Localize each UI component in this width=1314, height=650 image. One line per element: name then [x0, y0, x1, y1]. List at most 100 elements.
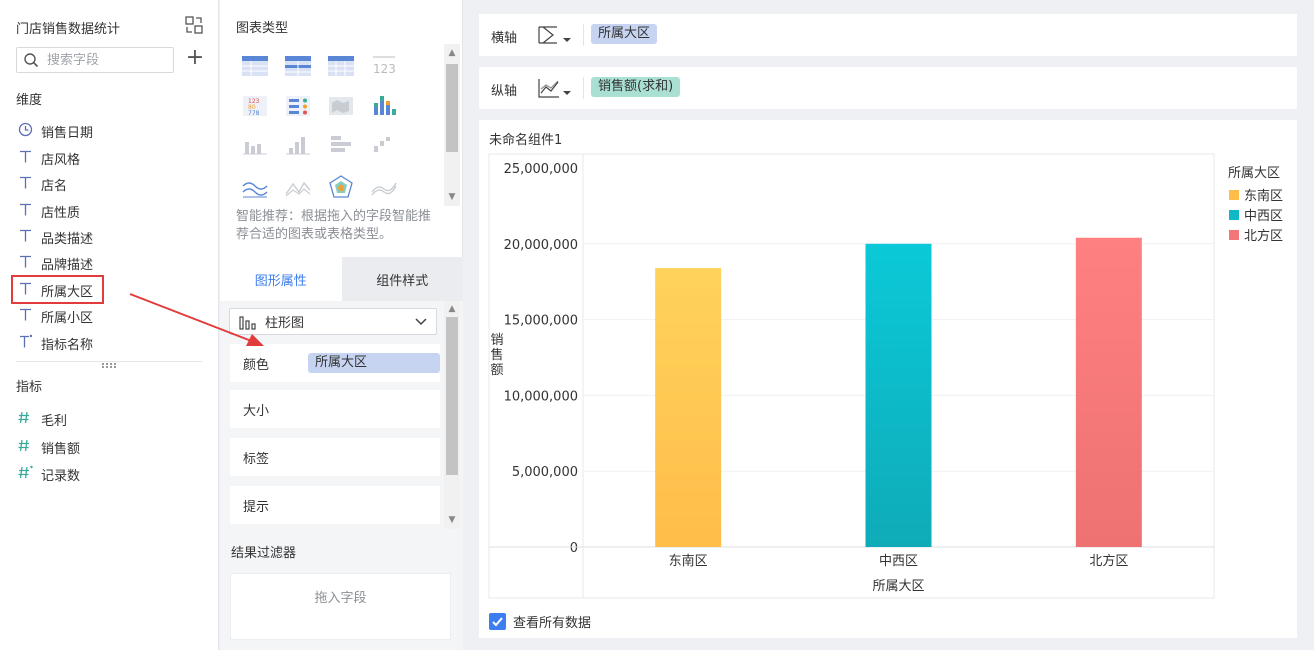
section-divider	[16, 361, 202, 362]
label-label: 标签	[243, 451, 270, 467]
measure-field[interactable]: 销售额	[16, 436, 80, 458]
y-tick-label: 10,000,000	[504, 389, 578, 404]
tooltip-label: 提示	[243, 499, 270, 515]
text-type-icon	[16, 149, 34, 168]
y-axis-title: 额	[490, 363, 503, 378]
chart-workspace: 横轴 所属大区 纵轴 销售额(求和) 25,000,000 20,000,000 1…	[464, 0, 1314, 650]
text-type-icon	[16, 175, 34, 194]
grouped-table-icon[interactable]	[283, 53, 313, 79]
dimension-field[interactable]: 品牌描述	[16, 252, 93, 274]
label-property[interactable]: 标签	[230, 438, 440, 476]
legend-item[interactable]: 北方区	[1244, 228, 1283, 244]
size-property[interactable]: 大小	[230, 390, 440, 428]
search-input[interactable]	[47, 51, 167, 69]
radar-chart-icon[interactable]	[326, 174, 356, 200]
map-icon[interactable]	[326, 93, 356, 119]
measure-field-label: 毛利	[41, 413, 68, 429]
text-type-icon	[16, 202, 34, 221]
switch-dataset-icon[interactable]	[184, 15, 204, 35]
dimension-field-label: 品类描述	[41, 231, 94, 247]
range-line-icon[interactable]	[369, 174, 399, 200]
bar[interactable]	[865, 243, 932, 548]
dimension-field-label: 所属小区	[41, 310, 94, 326]
indicator-table-icon[interactable]	[283, 93, 313, 119]
x-tick-label: 北方区	[1089, 553, 1128, 569]
highlight-box	[11, 275, 104, 304]
legend-swatch	[1229, 210, 1239, 220]
dimension-field[interactable]: 所属小区	[16, 305, 93, 327]
dimension-field[interactable]: 店风格	[16, 147, 80, 169]
text-type-icon	[16, 254, 34, 273]
axis-separator	[583, 24, 584, 46]
property-scrollbar[interactable]: ▲ ▼	[444, 301, 460, 529]
x-axis-row: 横轴 所属大区	[479, 14, 1297, 56]
y-tick-label: 20,000,000	[504, 238, 578, 253]
scroll-up-icon[interactable]: ▲	[444, 46, 460, 60]
color-property[interactable]: 颜色 所属大区	[230, 344, 440, 382]
y-axis-title: 售	[490, 347, 503, 363]
dataset-title: 门店销售数据统计	[16, 22, 121, 37]
legend-swatch	[1229, 230, 1239, 240]
scroll-down-icon[interactable]: ▼	[444, 513, 460, 527]
line-chart-icon[interactable]	[240, 174, 270, 200]
add-field-button[interactable]: +	[184, 47, 206, 70]
bar[interactable]	[1075, 237, 1142, 547]
search-icon	[24, 53, 39, 68]
chart-type-select[interactable]: 柱形图	[229, 308, 437, 335]
kpi-card-icon[interactable]: 12380778	[240, 93, 270, 119]
scroll-down-icon[interactable]: ▼	[444, 190, 460, 204]
y-axis-title: 销	[490, 333, 503, 348]
chart-title: 未命名组件1	[489, 133, 563, 148]
column-chart-icon	[239, 315, 256, 330]
tab-graphic-properties[interactable]: 图形属性	[220, 257, 342, 301]
legend-swatch	[1229, 190, 1239, 200]
color-field-pill[interactable]: 所属大区	[308, 353, 440, 373]
axis-separator	[583, 77, 584, 99]
dimension-field[interactable]: 店性质	[16, 200, 80, 222]
tab-component-style[interactable]: 组件样式	[341, 257, 463, 301]
legend-item[interactable]: 中西区	[1244, 209, 1283, 224]
filter-drop-zone[interactable]: 拖入字段	[230, 573, 451, 640]
x-axis-field-pill[interactable]: 所属大区	[591, 24, 658, 44]
tooltip-property[interactable]: 提示	[230, 486, 440, 524]
scroll-thumb[interactable]	[446, 64, 458, 152]
field-panel: 门店销售数据统计 + 维度 销售日期店风格店名店性质品类描述品牌描述所属大区所属…	[0, 0, 219, 650]
resize-grip-icon[interactable]	[100, 363, 120, 369]
dimension-field[interactable]: 指标名称	[16, 332, 93, 354]
checkbox-checked-icon[interactable]	[489, 613, 506, 630]
view-all-data-label: 查看所有数据	[513, 616, 592, 631]
chart-type-scrollbar[interactable]: ▲ ▼	[444, 44, 460, 206]
property-tabs: 图形属性 组件样式	[220, 257, 463, 301]
chart-config-panel: 图表类型 123 123 80 778 ▲ ▼ 智能推荐：根据拖入的字段智能推荐合适…	[220, 0, 463, 650]
dimension-field-label: 品牌描述	[41, 257, 94, 273]
search-box	[16, 47, 174, 73]
scroll-thumb[interactable]	[446, 317, 458, 475]
horizontal-bar-icon[interactable]	[326, 132, 356, 158]
scroll-up-icon[interactable]: ▲	[444, 302, 460, 316]
legend-item[interactable]: 东南区	[1244, 188, 1283, 204]
detail-table-icon[interactable]	[326, 53, 356, 79]
area-line-icon[interactable]	[283, 174, 313, 200]
dimension-field-label: 销售日期	[41, 125, 94, 141]
bar[interactable]	[655, 268, 722, 547]
measure-field[interactable]: 毛利	[16, 408, 67, 430]
bar-chart-icon[interactable]	[240, 132, 270, 158]
dimension-field[interactable]: 店名	[16, 173, 67, 195]
y-axis-icon[interactable]	[537, 77, 573, 99]
x-axis-icon[interactable]	[537, 24, 573, 46]
waterfall-icon[interactable]	[369, 132, 399, 158]
x-tick-label: 中西区	[879, 554, 918, 569]
dimension-field[interactable]: 销售日期	[16, 120, 93, 142]
measure-field[interactable]: 记录数	[16, 463, 80, 485]
size-label: 大小	[243, 403, 270, 419]
table-icon[interactable]	[240, 53, 270, 79]
stacked-bar-icon[interactable]	[369, 93, 399, 119]
column-chart-icon[interactable]	[283, 132, 313, 158]
view-all-data-checkbox[interactable]: 查看所有数据	[489, 612, 591, 631]
text-type-icon	[16, 307, 34, 326]
legend-title: 所属大区	[1228, 166, 1280, 181]
chevron-down-icon	[415, 318, 427, 326]
y-axis-field-pill[interactable]: 销售额(求和)	[591, 77, 681, 97]
dimension-field[interactable]: 品类描述	[16, 226, 93, 248]
kpi-number-icon[interactable]: 123	[369, 53, 399, 79]
